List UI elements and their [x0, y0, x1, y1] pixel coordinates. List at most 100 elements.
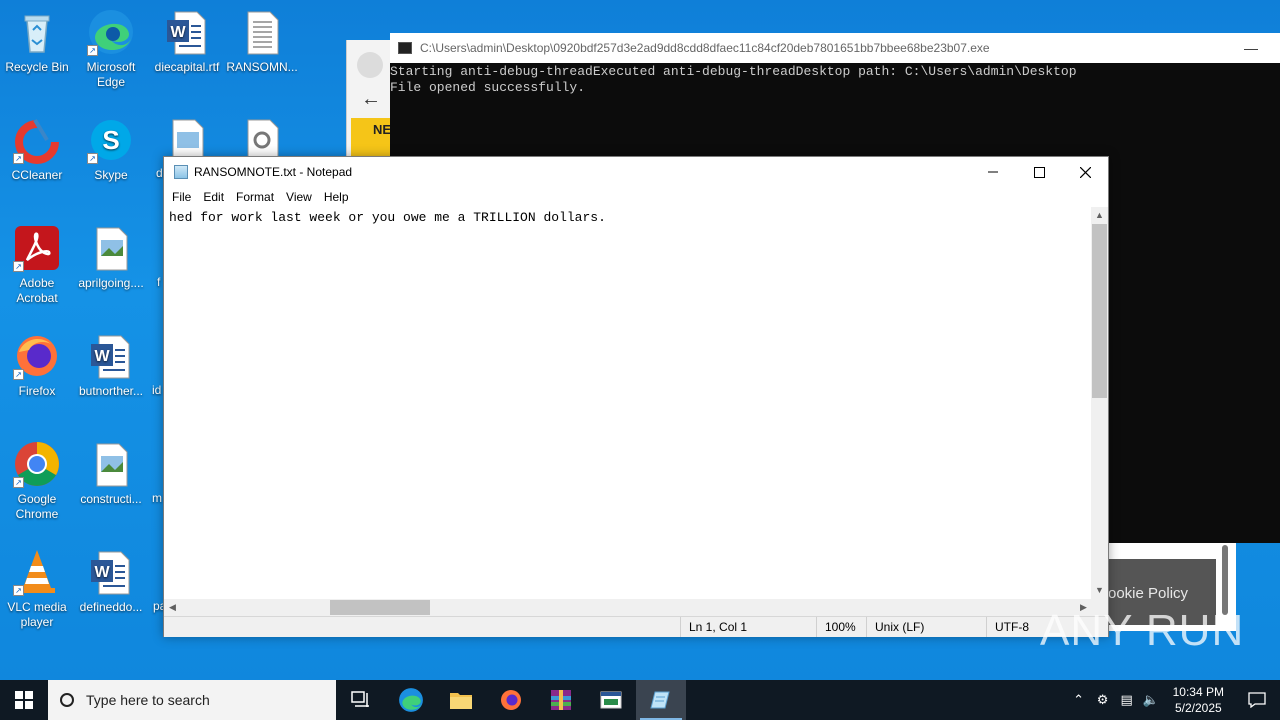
maximize-button[interactable]	[1016, 157, 1062, 187]
minimize-icon[interactable]: —	[1244, 40, 1258, 56]
status-line-ending: Unix (LF)	[866, 617, 986, 637]
notepad-title: RANSOMNOTE.txt - Notepad	[194, 165, 353, 179]
close-icon	[1079, 166, 1091, 178]
desktop-icon-constructi[interactable]: constructi...	[74, 440, 148, 507]
desktop-icon-diecapital[interactable]: W diecapital.rtf	[150, 8, 224, 75]
skype-icon: S ↗	[87, 116, 135, 164]
taskbar-search-box[interactable]: Type here to search	[48, 680, 336, 720]
scroll-left-icon[interactable]: ◀	[164, 599, 181, 616]
word-document-icon: W	[87, 548, 135, 596]
vertical-scrollbar[interactable]: ▲ ▼	[1091, 207, 1108, 599]
vlc-cone-icon: ↗	[13, 548, 61, 596]
notification-icon	[1248, 692, 1266, 708]
svg-text:W: W	[94, 348, 110, 365]
desktop-icon-image-partial[interactable]	[150, 116, 224, 156]
partial-desktop-label: d	[156, 166, 163, 180]
desktop-icon-google-chrome[interactable]: ↗ Google Chrome	[0, 440, 74, 522]
desktop-icon-defineddo[interactable]: W defineddo...	[74, 548, 148, 615]
console-app-icon	[398, 42, 412, 54]
horizontal-scrollbar[interactable]: ◀ ▶	[164, 599, 1092, 616]
ccleaner-icon: ↗	[13, 116, 61, 164]
taskbar-winrar[interactable]	[536, 680, 586, 720]
desktop-icon-label: Recycle Bin	[5, 60, 69, 74]
shortcut-arrow-icon: ↗	[13, 153, 24, 164]
minimize-button[interactable]	[970, 157, 1016, 187]
desktop-icon-label: CCleaner	[11, 168, 63, 182]
notepad-menubar: File Edit Format View Help	[164, 187, 1108, 207]
search-placeholder: Type here to search	[86, 692, 210, 708]
desktop-icon-microsoft-edge[interactable]: ↗ Microsoft Edge	[74, 8, 148, 90]
menu-file[interactable]: File	[166, 190, 197, 204]
menu-view[interactable]: View	[280, 190, 318, 204]
desktop-icon-aprilgoing[interactable]: aprilgoing....	[74, 224, 148, 291]
notepad-statusbar: Ln 1, Col 1 100% Unix (LF) UTF-8	[164, 616, 1108, 637]
taskbar-firefox[interactable]	[486, 680, 536, 720]
chrome-icon: ↗	[13, 440, 61, 488]
desktop-icon-label: diecapital.rtf	[154, 60, 220, 74]
desktop-icon-label: Microsoft Edge	[86, 60, 136, 89]
clock-time: 10:34 PM	[1172, 685, 1224, 699]
desktop-icon-ccleaner[interactable]: ↗ CCleaner	[0, 116, 74, 183]
menu-format[interactable]: Format	[230, 190, 280, 204]
horizontal-scroll-thumb[interactable]	[330, 600, 430, 615]
firefox-icon: ↗	[13, 332, 61, 380]
taskbar-edge[interactable]	[386, 680, 436, 720]
notepad-text-area[interactable]: hed for work last week or you owe me a T…	[164, 207, 1092, 599]
shortcut-arrow-icon: ↗	[87, 45, 98, 56]
search-icon	[60, 693, 74, 707]
shortcut-arrow-icon: ↗	[13, 585, 24, 596]
notification-center-button[interactable]	[1234, 692, 1280, 708]
security-icon[interactable]: ⚙	[1091, 692, 1115, 708]
menu-edit[interactable]: Edit	[197, 190, 230, 204]
taskbar-notepad[interactable]	[636, 680, 686, 720]
vertical-scroll-thumb[interactable]	[1092, 224, 1107, 398]
desktop-icon-label: Google Chrome	[15, 492, 59, 521]
shortcut-arrow-icon: ↗	[13, 369, 24, 380]
clock[interactable]: 10:34 PM 5/2/2025	[1163, 684, 1234, 716]
task-view-icon	[351, 691, 369, 707]
edge-icon: ↗	[87, 8, 135, 56]
edge-icon	[399, 688, 423, 712]
desktop-icon-label: aprilgoing....	[78, 276, 144, 290]
profile-avatar-icon[interactable]	[357, 52, 383, 78]
scroll-down-icon[interactable]: ▼	[1091, 582, 1108, 599]
desktop-icon-ransomnote[interactable]: RANSOMN...	[225, 8, 299, 75]
scroll-up-icon[interactable]: ▲	[1091, 207, 1108, 224]
cookie-scrollbar[interactable]	[1222, 545, 1228, 615]
network-icon[interactable]: ▤	[1115, 692, 1139, 708]
taskbar-file-explorer[interactable]	[436, 680, 486, 720]
desktop-icon-butnorther[interactable]: W butnorther...	[74, 332, 148, 399]
desktop-icon-firefox[interactable]: ↗ Firefox	[0, 332, 74, 399]
desktop-icon-adobe-acrobat[interactable]: ↗ Adobe Acrobat	[0, 224, 74, 306]
browser-window-fragment[interactable]: ← NE	[346, 40, 393, 160]
notepad-window[interactable]: RANSOMNOTE.txt - Notepad File Edit Forma…	[163, 156, 1109, 637]
desktop-icon-settings-file-partial[interactable]	[225, 116, 299, 156]
close-button[interactable]	[1062, 157, 1108, 187]
image-file-icon	[87, 440, 135, 488]
minimize-icon	[988, 171, 998, 173]
desktop-icon-vlc[interactable]: ↗ VLC media player	[0, 548, 74, 630]
taskbar-console[interactable]	[586, 680, 636, 720]
word-document-icon: W	[163, 8, 211, 56]
notepad-titlebar[interactable]: RANSOMNOTE.txt - Notepad	[164, 157, 1108, 187]
anyrun-watermark: ANY RUN	[1040, 606, 1244, 656]
console-titlebar[interactable]: C:\Users\admin\Desktop\0920bdf257d3e2ad9…	[390, 33, 1280, 63]
menu-help[interactable]: Help	[318, 190, 355, 204]
cookie-policy-link[interactable]: ookie Policy	[1108, 585, 1188, 602]
desktop-icon-skype[interactable]: S ↗ Skype	[74, 116, 148, 183]
shortcut-arrow-icon: ↗	[13, 261, 24, 272]
console-line: Starting anti-debug-threadExecuted anti-…	[390, 64, 1077, 79]
image-file-icon	[87, 224, 135, 272]
text-file-icon	[238, 8, 286, 56]
show-hidden-icons-icon[interactable]: ⌃	[1067, 692, 1091, 708]
desktop-icon-recycle-bin[interactable]: Recycle Bin	[0, 8, 74, 75]
task-view-button[interactable]	[336, 680, 386, 720]
desktop-icon-label: Skype	[94, 168, 128, 182]
adobe-acrobat-icon: ↗	[13, 224, 61, 272]
maximize-icon	[1033, 166, 1045, 178]
desktop-icon-label: Adobe Acrobat	[16, 276, 58, 305]
desktop-icon-label: Firefox	[18, 384, 56, 398]
back-arrow-icon[interactable]: ←	[361, 88, 381, 111]
volume-icon[interactable]: 🔈	[1139, 692, 1163, 708]
start-button[interactable]	[0, 680, 48, 720]
